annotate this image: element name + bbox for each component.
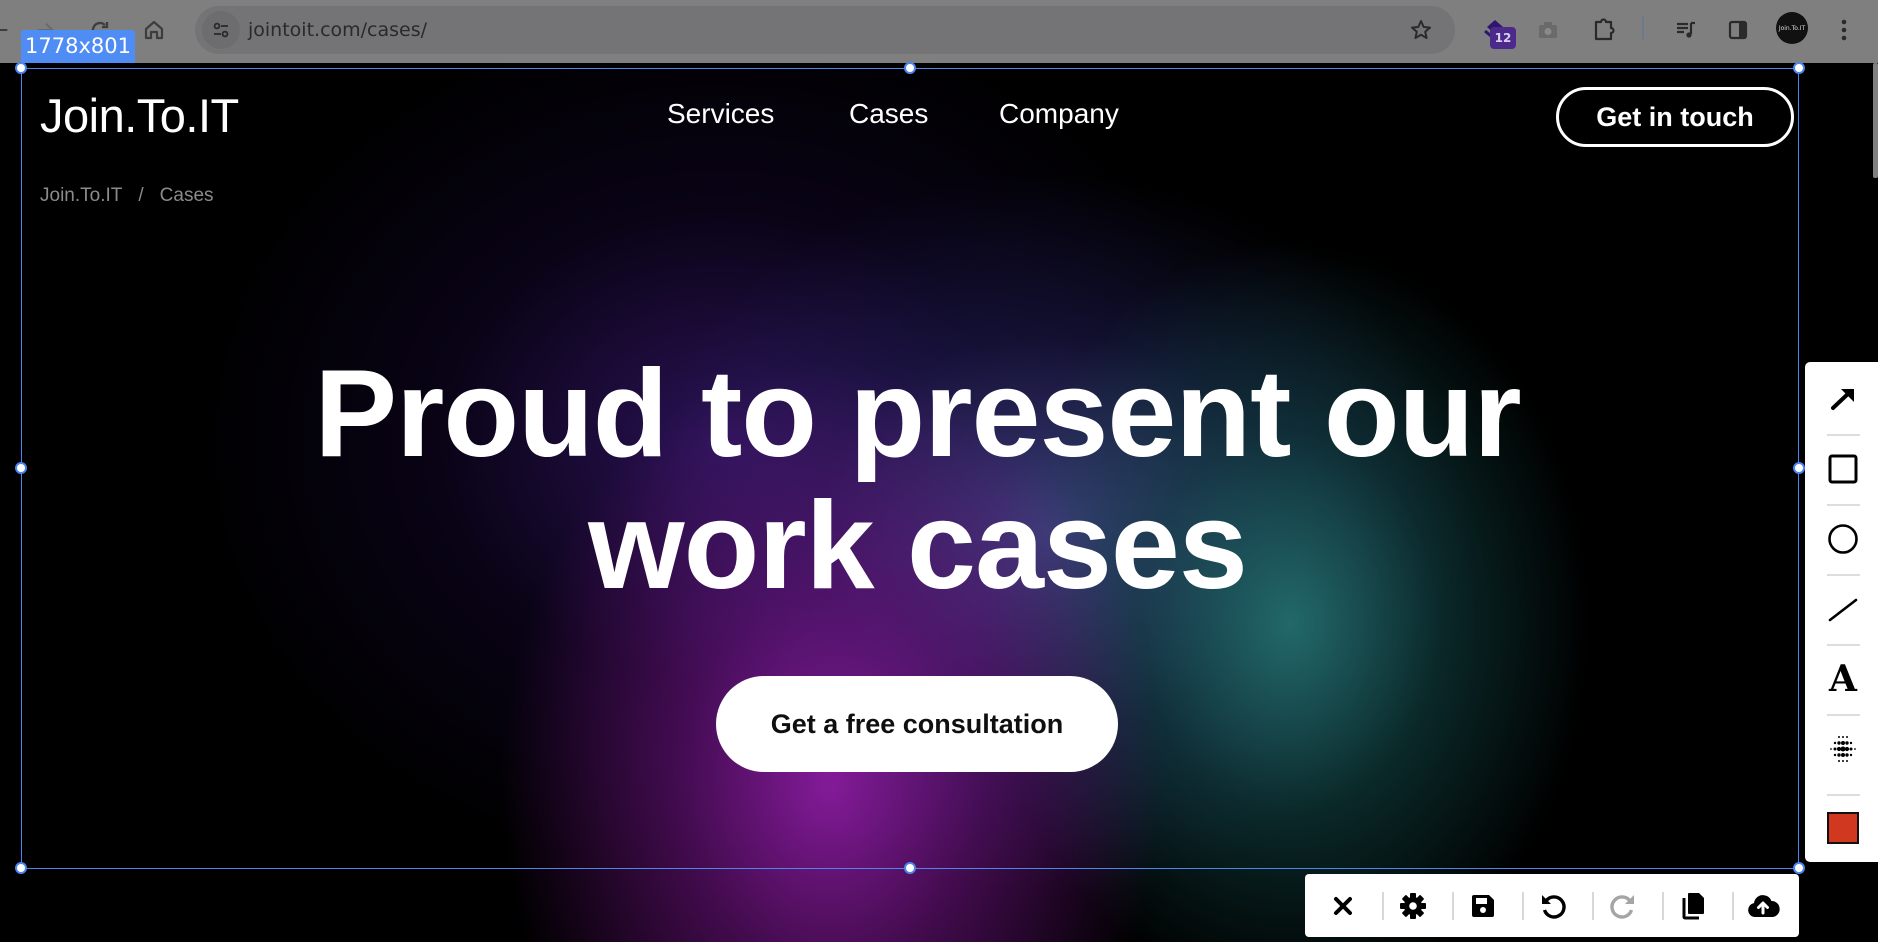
tool-rectangle[interactable] bbox=[1817, 443, 1869, 495]
toolbar-separator bbox=[1827, 504, 1860, 506]
side-panel-button[interactable] bbox=[1720, 12, 1756, 48]
save-icon bbox=[1472, 895, 1494, 917]
arrow-icon bbox=[1831, 389, 1854, 410]
breadcrumb-current: Cases bbox=[159, 185, 214, 206]
resize-handle-top-right[interactable] bbox=[1793, 62, 1805, 74]
toolbar-divider bbox=[1642, 16, 1644, 40]
undo-button[interactable] bbox=[1529, 882, 1577, 930]
resize-handle-right[interactable] bbox=[1793, 462, 1805, 474]
media-control-icon bbox=[1677, 21, 1695, 38]
hero-title-line2: work cases bbox=[588, 477, 1248, 615]
blur-icon bbox=[1830, 736, 1856, 762]
bookmark-button[interactable] bbox=[1405, 14, 1437, 46]
tool-line[interactable] bbox=[1817, 583, 1869, 635]
hero-title-line1: Proud to present our bbox=[314, 345, 1521, 483]
close-icon bbox=[1334, 897, 1352, 915]
nav-cases[interactable]: Cases bbox=[849, 98, 928, 130]
nav-services[interactable]: Services bbox=[667, 98, 774, 130]
resize-handle-bottom-right[interactable] bbox=[1793, 862, 1805, 874]
extension-badge: 12 bbox=[1490, 27, 1516, 49]
tool-blur[interactable] bbox=[1817, 723, 1869, 775]
home-icon bbox=[144, 20, 164, 40]
hero-title: Proud to present our work cases bbox=[0, 348, 1835, 612]
menu-kebab-icon bbox=[1841, 19, 1847, 41]
action-toolbar bbox=[1305, 874, 1799, 937]
toolbar-separator bbox=[1827, 714, 1860, 716]
toolbar-separator bbox=[1732, 892, 1734, 920]
breadcrumb-separator: / bbox=[138, 185, 144, 206]
selection-size-label: 1778x801 bbox=[21, 30, 135, 63]
undo-icon bbox=[1542, 895, 1566, 919]
tool-color-picker[interactable] bbox=[1817, 802, 1869, 854]
toolbar-separator bbox=[1522, 892, 1524, 920]
redo-icon bbox=[1610, 895, 1634, 919]
bookmark-star-icon bbox=[1411, 20, 1431, 39]
media-control-button[interactable] bbox=[1668, 12, 1704, 48]
resize-handle-top[interactable] bbox=[904, 62, 916, 74]
copy-button[interactable] bbox=[1669, 882, 1717, 930]
extensions-button[interactable] bbox=[1586, 12, 1622, 48]
tool-ellipse[interactable] bbox=[1817, 513, 1869, 565]
color-swatch bbox=[1827, 812, 1859, 844]
browser-toolbar: jointoit.com/cases/ 12 Join.To.IT bbox=[0, 0, 1878, 63]
get-in-touch-button[interactable]: Get in touch bbox=[1556, 87, 1794, 147]
circle-icon bbox=[1828, 524, 1858, 554]
cloud-upload-icon bbox=[1748, 895, 1780, 917]
page-scrollbar[interactable] bbox=[1873, 63, 1878, 178]
site-logo[interactable]: Join.To.IT bbox=[40, 88, 239, 143]
camera-icon bbox=[1539, 22, 1557, 38]
toolbar-separator bbox=[1827, 574, 1860, 576]
annotation-toolbar: A bbox=[1805, 362, 1878, 862]
back-icon bbox=[0, 28, 8, 32]
web-page: Join.To.IT Services Cases Company Get in… bbox=[0, 63, 1878, 942]
toolbar-separator bbox=[1827, 644, 1860, 646]
copy-icon bbox=[1682, 893, 1704, 920]
breadcrumb: Join.To.IT / Cases bbox=[40, 185, 214, 207]
toolbar-separator bbox=[1662, 892, 1664, 920]
toolbar-separator bbox=[1827, 434, 1860, 436]
free-consultation-button[interactable]: Get a free consultation bbox=[716, 676, 1118, 772]
line-icon bbox=[1828, 598, 1858, 622]
site-settings-button[interactable] bbox=[202, 11, 240, 49]
save-button[interactable] bbox=[1459, 882, 1507, 930]
upload-button[interactable] bbox=[1739, 882, 1787, 930]
address-bar[interactable]: jointoit.com/cases/ bbox=[195, 6, 1455, 54]
nav-company[interactable]: Company bbox=[999, 98, 1119, 130]
close-button[interactable] bbox=[1319, 882, 1367, 930]
gear-icon bbox=[1400, 893, 1426, 919]
toolbar-separator bbox=[1452, 892, 1454, 920]
resize-handle-left[interactable] bbox=[15, 462, 27, 474]
breadcrumb-home[interactable]: Join.To.IT bbox=[40, 185, 122, 207]
browser-menu-button[interactable] bbox=[1826, 12, 1862, 48]
home-button[interactable] bbox=[136, 12, 172, 48]
camera-extension-button[interactable] bbox=[1530, 12, 1566, 48]
profile-avatar[interactable]: Join.To.IT bbox=[1776, 12, 1808, 44]
tool-text[interactable]: A bbox=[1817, 653, 1869, 705]
resize-handle-top-left[interactable] bbox=[15, 62, 27, 74]
resize-handle-bottom-left[interactable] bbox=[15, 862, 27, 874]
back-button[interactable] bbox=[0, 12, 18, 48]
text-icon: A bbox=[1829, 658, 1857, 700]
settings-button[interactable] bbox=[1389, 882, 1437, 930]
toolbar-separator bbox=[1592, 892, 1594, 920]
tool-arrow[interactable] bbox=[1817, 372, 1869, 424]
rectangle-icon bbox=[1828, 454, 1858, 484]
redo-button[interactable] bbox=[1599, 882, 1647, 930]
side-panel-icon bbox=[1728, 20, 1748, 40]
extensions-puzzle-icon bbox=[1594, 18, 1615, 41]
site-settings-icon bbox=[213, 22, 229, 38]
resize-handle-bottom[interactable] bbox=[904, 862, 916, 874]
url-text[interactable]: jointoit.com/cases/ bbox=[248, 19, 427, 41]
toolbar-separator bbox=[1382, 892, 1384, 920]
toolbar-separator bbox=[1827, 794, 1860, 796]
